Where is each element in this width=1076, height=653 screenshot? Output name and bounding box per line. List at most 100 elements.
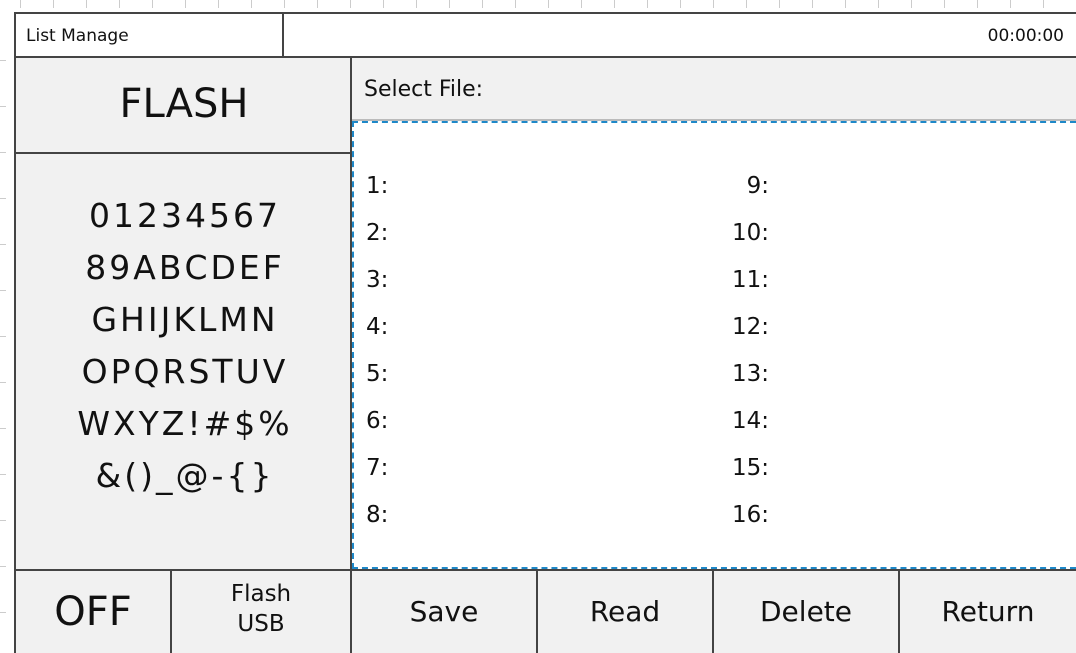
keypad-key[interactable]: 3 bbox=[161, 190, 183, 242]
clock-readout: 00:00:00 bbox=[987, 26, 1064, 46]
keypad-key[interactable]: % bbox=[258, 398, 290, 450]
file-slot[interactable]: 1: bbox=[366, 163, 388, 210]
file-slot[interactable]: 8: bbox=[366, 492, 388, 539]
file-slot[interactable]: 10: bbox=[699, 210, 769, 257]
keypad-key[interactable]: 6 bbox=[233, 190, 255, 242]
keypad-key[interactable]: U bbox=[236, 346, 261, 398]
ruler-tick bbox=[317, 0, 318, 8]
ruler-tick bbox=[0, 106, 6, 107]
delete-button[interactable]: Delete bbox=[714, 571, 900, 653]
keypad-key[interactable]: R bbox=[163, 346, 187, 398]
file-list[interactable]: 1: 2: 3: 4: 5: 6: 7: 8: 9: 10: 11: 12: 13: 14: 15: 16: bbox=[352, 121, 1076, 569]
file-slot[interactable]: 6: bbox=[366, 398, 388, 445]
keypad-key[interactable]: - bbox=[212, 450, 225, 502]
keypad-key[interactable]: P bbox=[111, 346, 132, 398]
keypad-key[interactable]: 4 bbox=[185, 190, 207, 242]
off-button[interactable]: OFF bbox=[14, 571, 172, 653]
file-slot[interactable]: 14: bbox=[699, 398, 769, 445]
keypad-key[interactable]: & bbox=[96, 450, 123, 502]
ruler-tick bbox=[0, 520, 6, 521]
keypad-key[interactable]: Z bbox=[162, 398, 186, 450]
keypad-key[interactable]: B bbox=[159, 242, 183, 294]
keypad-key[interactable]: N bbox=[251, 294, 277, 346]
keypad-key[interactable]: X bbox=[113, 398, 137, 450]
keypad-key[interactable]: J bbox=[161, 294, 172, 346]
ruler-tick bbox=[251, 0, 252, 8]
keypad-key[interactable]: _ bbox=[156, 450, 174, 502]
ruler-tick bbox=[0, 428, 6, 429]
file-slot[interactable]: 2: bbox=[366, 210, 388, 257]
keypad-key[interactable]: ) bbox=[140, 450, 154, 502]
ruler-tick bbox=[878, 0, 879, 8]
ruler-tick bbox=[185, 0, 186, 8]
file-panel: Select File: 1: 2: 3: 4: 5: 6: 7: 8: 9: 10: 11: 12… bbox=[352, 58, 1076, 569]
file-slot[interactable]: 3: bbox=[366, 257, 388, 304]
keypad-key[interactable]: F bbox=[263, 242, 283, 294]
keypad-key[interactable]: L bbox=[198, 294, 217, 346]
ruler-tick bbox=[1043, 0, 1044, 8]
keypad-key[interactable]: 8 bbox=[85, 242, 107, 294]
read-button[interactable]: Read bbox=[538, 571, 714, 653]
keypad-key[interactable]: M bbox=[219, 294, 248, 346]
return-button[interactable]: Return bbox=[900, 571, 1076, 653]
keypad-key[interactable]: ( bbox=[124, 450, 138, 502]
ruler-tick bbox=[581, 0, 582, 8]
keypad-key[interactable]: D bbox=[211, 242, 237, 294]
keypad-key[interactable]: Q bbox=[134, 346, 161, 398]
file-slot[interactable]: 12: bbox=[699, 304, 769, 351]
keypad-row: WXYZ!#$% bbox=[16, 398, 352, 450]
keypad-key[interactable]: # bbox=[204, 398, 233, 450]
ruler-tick bbox=[0, 612, 6, 613]
file-slot[interactable]: 13: bbox=[699, 351, 769, 398]
save-button[interactable]: Save bbox=[352, 571, 538, 653]
file-slot[interactable]: 4: bbox=[366, 304, 388, 351]
file-slot[interactable]: 16: bbox=[699, 492, 769, 539]
keypad-key[interactable]: { bbox=[226, 450, 248, 502]
keypad-key[interactable]: } bbox=[250, 450, 272, 502]
keypad-key[interactable]: K bbox=[173, 294, 196, 346]
ruler-tick bbox=[0, 152, 6, 153]
ruler-tick bbox=[119, 0, 120, 8]
ruler-tick bbox=[779, 0, 780, 8]
keypad-key[interactable]: T bbox=[212, 346, 233, 398]
file-slot[interactable]: 15: bbox=[699, 445, 769, 492]
keypad-key[interactable]: Y bbox=[139, 398, 160, 450]
ruler-tick bbox=[0, 474, 6, 475]
ruler-tick bbox=[647, 0, 648, 8]
file-slot[interactable]: 11: bbox=[699, 257, 769, 304]
file-slot[interactable]: 7: bbox=[366, 445, 388, 492]
keypad-key[interactable]: O bbox=[82, 346, 109, 398]
keypad-key[interactable]: C bbox=[184, 242, 208, 294]
ruler-tick bbox=[977, 0, 978, 8]
keypad-key[interactable]: G bbox=[91, 294, 118, 346]
keypad-key[interactable]: 0 bbox=[89, 190, 111, 242]
keypad-key[interactable]: V bbox=[263, 346, 287, 398]
keypad-key[interactable]: 1 bbox=[113, 190, 135, 242]
flash-usb-line1: Flash bbox=[230, 581, 292, 607]
keypad-key[interactable]: W bbox=[77, 398, 111, 450]
keypad-key[interactable]: 9 bbox=[109, 242, 131, 294]
ruler-tick bbox=[812, 0, 813, 8]
ruler-tick bbox=[53, 0, 54, 8]
ruler-tick bbox=[515, 0, 516, 8]
character-keypad: 01234567 89ABCDEF GHIJKLMN OPQRSTUV WXYZ!#$%… bbox=[16, 190, 352, 502]
ruler-tick bbox=[944, 0, 945, 8]
keypad-key[interactable]: S bbox=[188, 346, 210, 398]
keypad-key[interactable]: ! bbox=[187, 398, 201, 450]
keypad-key[interactable]: 5 bbox=[209, 190, 231, 242]
keypad-key[interactable]: E bbox=[239, 242, 261, 294]
keypad-key[interactable]: H bbox=[120, 294, 146, 346]
file-slot[interactable]: 9: bbox=[699, 163, 769, 210]
keypad-key[interactable]: 2 bbox=[137, 190, 159, 242]
ruler-tick bbox=[0, 198, 6, 199]
keypad-key[interactable]: 7 bbox=[257, 190, 279, 242]
storage-mode-label: FLASH bbox=[16, 58, 352, 154]
ruler-tick bbox=[383, 0, 384, 8]
keypad-key[interactable]: $ bbox=[234, 398, 256, 450]
keypad-key[interactable]: A bbox=[133, 242, 157, 294]
keypad-key[interactable]: @ bbox=[176, 450, 210, 502]
keypad-key[interactable]: I bbox=[148, 294, 159, 346]
file-slot[interactable]: 5: bbox=[366, 351, 388, 398]
top-ruler bbox=[0, 0, 1076, 12]
flash-usb-button[interactable]: Flash USB bbox=[172, 571, 352, 653]
